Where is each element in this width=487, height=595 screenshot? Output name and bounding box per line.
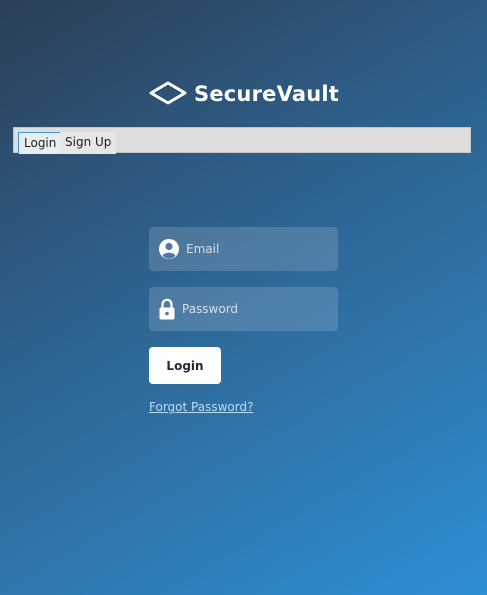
forgot-password-link[interactable]: Forgot Password? bbox=[149, 400, 253, 414]
brand-name: SecureVault bbox=[194, 82, 340, 106]
password-input[interactable] bbox=[182, 287, 334, 331]
tab-login[interactable]: Login bbox=[18, 132, 63, 154]
lock-icon bbox=[159, 298, 175, 320]
tab-sign-up[interactable]: Sign Up bbox=[60, 132, 117, 154]
email-input[interactable] bbox=[186, 227, 334, 271]
diamond-outline-icon bbox=[149, 81, 187, 105]
brand-logo: SecureVault bbox=[148, 80, 339, 108]
login-button[interactable]: Login bbox=[149, 347, 221, 384]
user-circle-icon bbox=[159, 239, 179, 259]
tab-bar: Login Sign Up bbox=[13, 127, 471, 154]
password-field[interactable] bbox=[149, 287, 338, 331]
email-field[interactable] bbox=[149, 227, 338, 271]
